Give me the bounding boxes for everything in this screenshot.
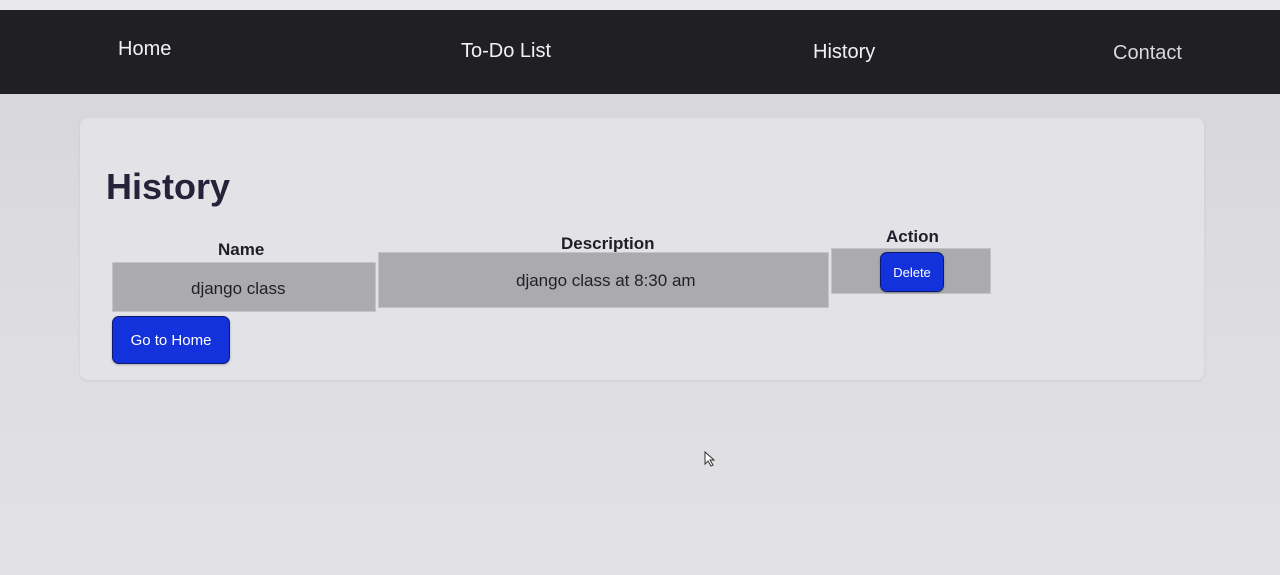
nav-link-todo-list[interactable]: To-Do List [461, 40, 551, 63]
column-header-action: Action [886, 227, 939, 246]
column-header-name: Name [218, 240, 265, 259]
delete-button[interactable]: Delete [880, 252, 944, 292]
page-title: History [106, 166, 231, 207]
task-name: django class [191, 279, 286, 298]
navbar: Home To-Do List History Contact [0, 10, 1280, 94]
mouse-cursor-icon [704, 451, 716, 467]
column-header-description: Description [561, 234, 655, 253]
nav-link-contact[interactable]: Contact [1113, 42, 1182, 65]
go-to-home-button[interactable]: Go to Home [112, 316, 230, 364]
task-description: django class at 8:30 am [516, 271, 696, 290]
nav-link-history[interactable]: History [813, 41, 875, 64]
nav-link-home[interactable]: Home [118, 38, 171, 61]
